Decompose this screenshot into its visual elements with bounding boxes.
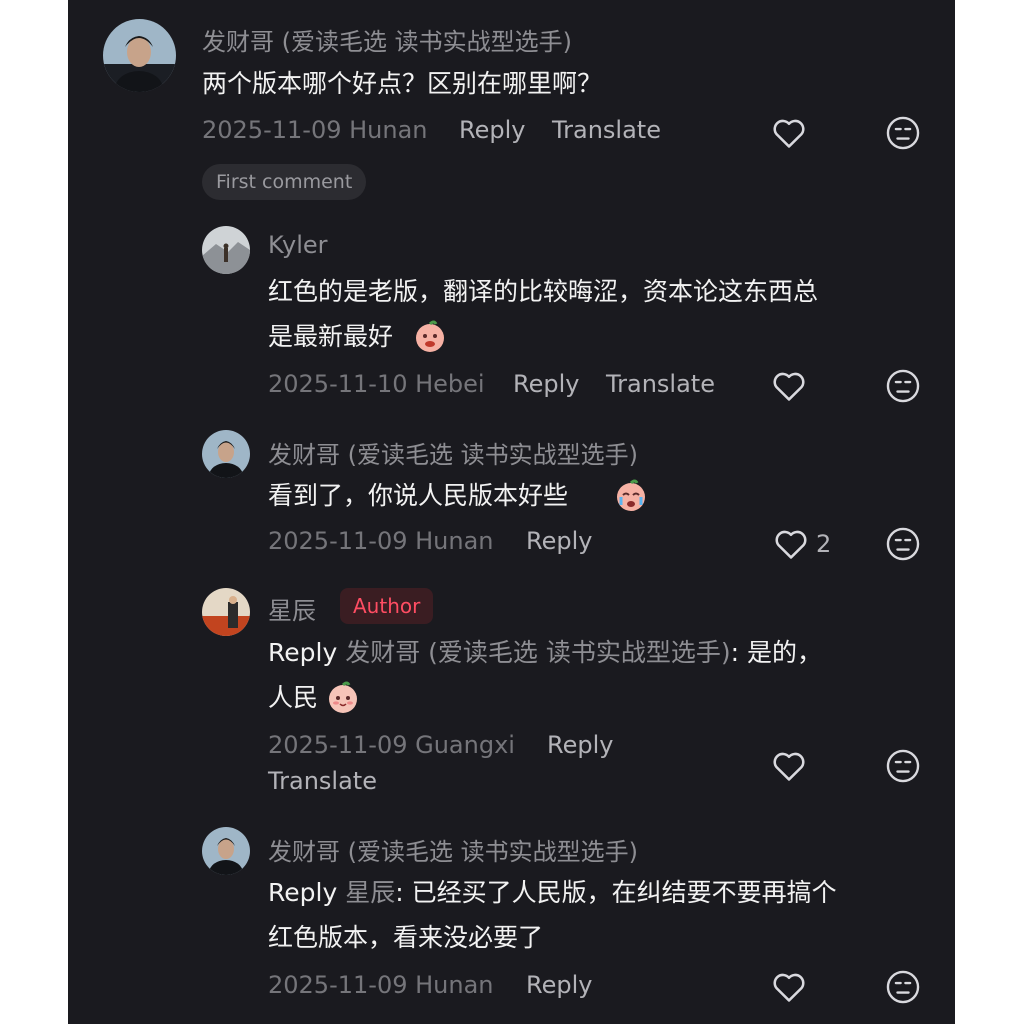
avatar[interactable] [202,827,250,875]
neutral-face-icon[interactable] [884,525,922,563]
avatar[interactable] [103,19,176,92]
heart-outline-icon[interactable] [770,367,808,405]
person-avatar-icon [202,588,250,636]
reply-target-user[interactable]: 星辰 [345,878,395,907]
reply-target-user[interactable]: 发财哥 (爱读毛选 读书实战型选手) [345,638,730,667]
reply-button[interactable]: Reply [547,731,613,759]
neutral-face-icon[interactable] [884,114,922,152]
smiling-face-emoji [325,679,361,715]
commenter-name[interactable]: 发财哥 (爱读毛选 读书实战型选手) [202,22,572,57]
commenter-name[interactable]: Kyler [268,231,328,259]
person-avatar-icon [103,19,176,92]
heart-outline-icon[interactable] [770,747,808,785]
commenter-name[interactable]: 星辰 [268,591,316,626]
first-comment-label: First comment [202,164,367,200]
comment-date-location: 2025-11-09 Hunan [268,527,494,555]
comment-date-location: 2025-11-09 Hunan [268,971,494,999]
comment-text: Reply 发财哥 (爱读毛选 读书实战型选手): 是的， [268,630,822,675]
comment-text-line: 人民 [268,683,319,712]
reply-prefix: Reply [268,878,338,907]
translate-button[interactable]: Translate [606,370,715,398]
reply-button[interactable]: Reply [513,370,579,398]
landscape-avatar-icon [202,226,250,274]
translate-button[interactable]: Translate [552,116,661,144]
comment-date-location: 2025-11-09 Guangxi [268,731,515,759]
reply-prefix: Reply [268,638,338,667]
comment-date-location: 2025-11-09 Hunan [202,116,428,144]
like-count: 2 [816,530,832,558]
translate-button[interactable]: Translate [268,767,377,795]
comment-text: Reply 星辰: 已经买了人民版，在纠结要不要再搞个 [268,870,837,915]
drooling-face-emoji [412,318,448,354]
reply-button[interactable]: Reply [526,971,592,999]
heart-outline-icon[interactable] [770,114,808,152]
author-badge: Author [340,588,434,624]
crying-face-emoji [613,477,649,513]
person-avatar-icon [202,827,250,875]
comment-text-rest: : 已经买了人民版，在纠结要不要再搞个 [395,878,837,907]
comment-date-location: 2025-11-10 Hebei [268,370,485,398]
heart-outline-icon[interactable] [770,968,808,1006]
neutral-face-icon[interactable] [884,968,922,1006]
avatar[interactable] [202,430,250,478]
commenter-name[interactable]: 发财哥 (爱读毛选 读书实战型选手) [268,435,638,470]
commenter-name[interactable]: 发财哥 (爱读毛选 读书实战型选手) [268,832,638,867]
reply-button[interactable]: Reply [526,527,592,555]
avatar[interactable] [202,226,250,274]
comment-text-line: 红色的是老版，翻译的比较晦涩，资本论这东西总 [268,277,819,306]
neutral-face-icon[interactable] [884,367,922,405]
reply-button[interactable]: Reply [459,116,525,144]
neutral-face-icon[interactable] [884,747,922,785]
comment-text-line: 是最新最好 [268,322,394,351]
avatar[interactable] [202,588,250,636]
heart-outline-icon[interactable] [772,525,810,563]
comment-text-line: 红色版本，看来没必要了 [268,923,544,952]
comment-text: 看到了，你说人民版本好些 [268,481,569,510]
comment-text-rest: : 是的， [730,638,822,667]
person-avatar-icon [202,430,250,478]
comment-text: 两个版本哪个好点？区别在哪里啊？ [202,69,603,98]
